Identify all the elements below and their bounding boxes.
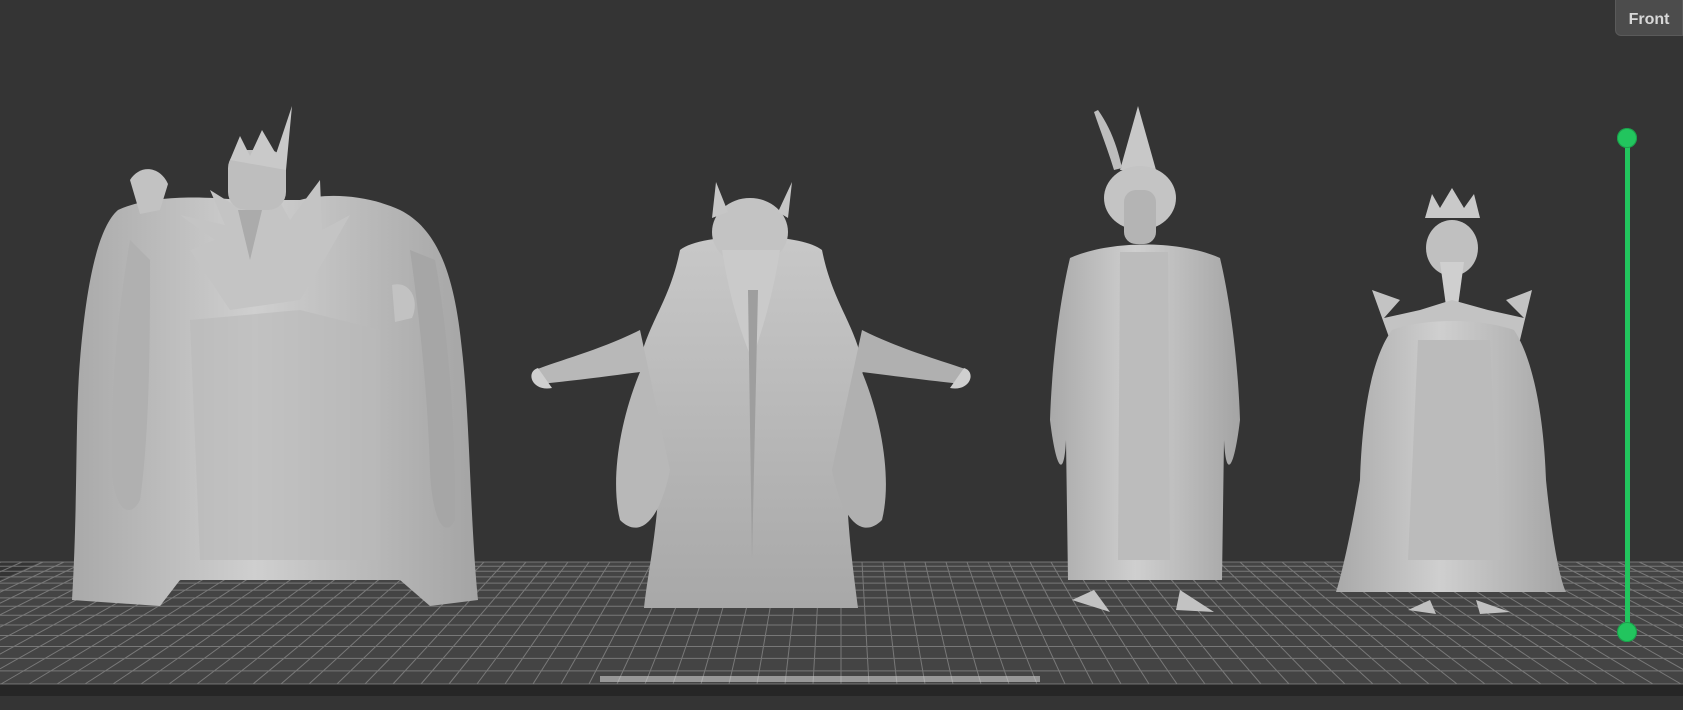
layer-range-slider[interactable] (1617, 128, 1637, 642)
3d-viewport[interactable]: Front (0, 0, 1683, 710)
view-mode-tab[interactable]: Front (1615, 0, 1683, 36)
build-plate-scene[interactable] (0, 0, 1683, 710)
layer-slider-bottom-handle[interactable] (1617, 622, 1637, 642)
model-crowned-bearded-king[interactable] (1336, 188, 1566, 614)
layer-slider-track[interactable] (1625, 138, 1630, 632)
model-pointed-hat-tall-figure[interactable] (1050, 106, 1240, 612)
view-mode-label: Front (1628, 11, 1670, 28)
model-wizard-open-arms[interactable] (531, 182, 971, 608)
layer-slider-top-handle[interactable] (1617, 128, 1637, 148)
plate-edge-highlight (600, 676, 1040, 682)
model-king-large-robed-figure[interactable] (72, 106, 478, 606)
